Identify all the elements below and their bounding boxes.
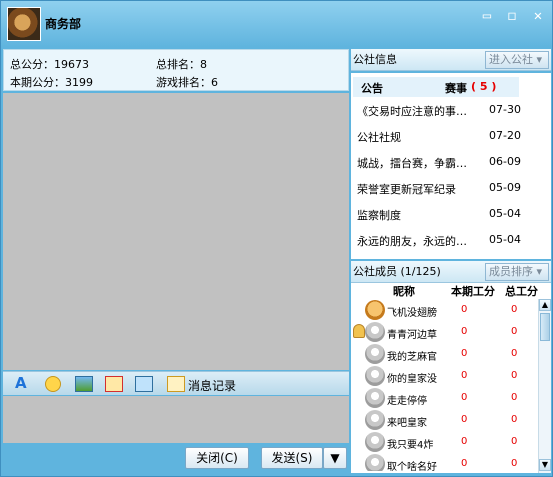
member-avatar <box>365 454 385 471</box>
member-avatar <box>365 344 385 364</box>
total-points: 总公分：19673 <box>10 58 89 71</box>
member-row[interactable]: 我的芝麻官 0 0 <box>351 343 537 365</box>
member-sort-button[interactable]: 成员排序 ▾ <box>485 263 549 281</box>
notice-item[interactable]: 荣誉室更新冠军纪录 05-09 <box>357 181 545 199</box>
commune-info-title: 公社信息 <box>353 53 397 66</box>
notice-item[interactable]: 监察制度 05-04 <box>357 207 545 225</box>
tab-match[interactable]: 赛事 <box>445 80 467 96</box>
member-row[interactable]: 飞机没翅膀 0 0 <box>351 299 537 321</box>
game-rank: 游戏排名：6 <box>156 76 218 89</box>
font-icon[interactable]: A <box>15 376 33 392</box>
score-summary: 总公分：19673 总排名：8 本期公分：3199 游戏排名：6 <box>3 49 349 91</box>
input-toolbar: A 消息记录 <box>3 371 349 395</box>
notice-item[interactable]: 《交易时应注意的事… 07-30 <box>357 103 545 121</box>
commune-logo <box>7 7 41 41</box>
member-row[interactable]: 我只要4炸 0 0 <box>351 431 537 453</box>
title-bar: 商务部 ▭ ◻ ✕ <box>1 1 552 47</box>
member-avatar <box>365 432 385 452</box>
enter-commune-button[interactable]: 进入公社 ▾ <box>485 51 549 69</box>
action-bar: 关闭(C) 发送(S) ▼ <box>3 443 349 473</box>
member-row[interactable]: 来吧皇家 0 0 <box>351 409 537 431</box>
member-list: 昵称 本期工分 总工分 飞机没翅膀 0 0 青青河边草 0 0 我的芝麻官 0 0 你的皇家… <box>351 283 551 473</box>
member-row[interactable]: 青青河边草 0 0 <box>351 321 537 343</box>
member-columns: 昵称 本期工分 总工分 <box>351 283 551 299</box>
member-row[interactable]: 你的皇家没 0 0 <box>351 365 537 387</box>
notice-tabs: 公告 赛事 ( 5 ) <box>353 77 519 97</box>
member-avatar <box>365 322 385 342</box>
member-row[interactable]: 走走停停 0 0 <box>351 387 537 409</box>
message-history-area[interactable] <box>3 93 349 370</box>
member-scrollbar[interactable]: ▲ ▼ <box>538 299 551 473</box>
member-avatar <box>365 300 385 320</box>
members-title: 公社成员 (1/125) <box>353 265 441 278</box>
notice-item[interactable]: 永远的朋友，永远的… 05-04 <box>357 233 545 251</box>
member-row[interactable]: 取个啥名好 0 0 <box>351 453 537 471</box>
send-button[interactable]: 发送(S) <box>261 447 323 469</box>
member-avatar <box>365 388 385 408</box>
column-total: 总工分 <box>505 285 538 298</box>
self-marker-icon <box>353 324 365 338</box>
sidebar: 公社信息 进入公社 ▾ 公告 赛事 ( 5 ) 《交易时应注意的事… 07-30 … <box>351 49 551 473</box>
maximize-button[interactable]: ◻ <box>504 9 520 25</box>
notice-item[interactable]: 公社社规 07-20 <box>357 129 545 147</box>
match-count: ( 5 ) <box>471 80 497 93</box>
members-header: 公社成员 (1/125) 成员排序 ▾ <box>351 261 551 283</box>
notice-item[interactable]: 城战，擂台赛，争霸… 06-09 <box>357 155 545 173</box>
window-title: 商务部 <box>45 17 82 31</box>
member-avatar <box>365 410 385 430</box>
column-name: 昵称 <box>393 285 415 298</box>
tab-notice[interactable]: 公告 <box>361 80 383 96</box>
scroll-thumb[interactable] <box>540 313 550 341</box>
commune-notice-panel: 公告 赛事 ( 5 ) 《交易时应注意的事… 07-30 公社社规 07-20 城战… <box>351 73 551 280</box>
close-window-button[interactable]: ✕ <box>530 9 546 25</box>
chat-window: 商务部 ▭ ◻ ✕ 总公分：19673 总排名：8 本期公分：3199 游戏排名… <box>0 0 553 477</box>
chat-log-icon[interactable] <box>167 376 185 392</box>
commune-info-header: 公社信息 进入公社 ▾ <box>351 49 551 71</box>
chat-pane: 总公分：19673 总排名：8 本期公分：3199 游戏排名：6 A 消息记录 … <box>3 49 349 473</box>
emoji-icon[interactable] <box>45 376 61 392</box>
minimize-button[interactable]: ▭ <box>479 9 495 25</box>
scroll-up-icon[interactable]: ▲ <box>539 299 551 311</box>
screenshot-icon[interactable] <box>105 376 123 392</box>
close-button[interactable]: 关闭(C) <box>185 447 249 469</box>
image-icon[interactable] <box>75 376 93 392</box>
total-rank: 总排名：8 <box>156 58 207 71</box>
send-options-button[interactable]: ▼ <box>323 447 347 469</box>
screen-share-icon[interactable] <box>135 376 153 392</box>
member-avatar <box>365 366 385 386</box>
period-points: 本期公分：3199 <box>10 76 93 89</box>
scroll-down-icon[interactable]: ▼ <box>539 459 551 471</box>
chat-log-button[interactable]: 消息记录 <box>188 377 236 394</box>
column-period: 本期工分 <box>451 285 495 298</box>
